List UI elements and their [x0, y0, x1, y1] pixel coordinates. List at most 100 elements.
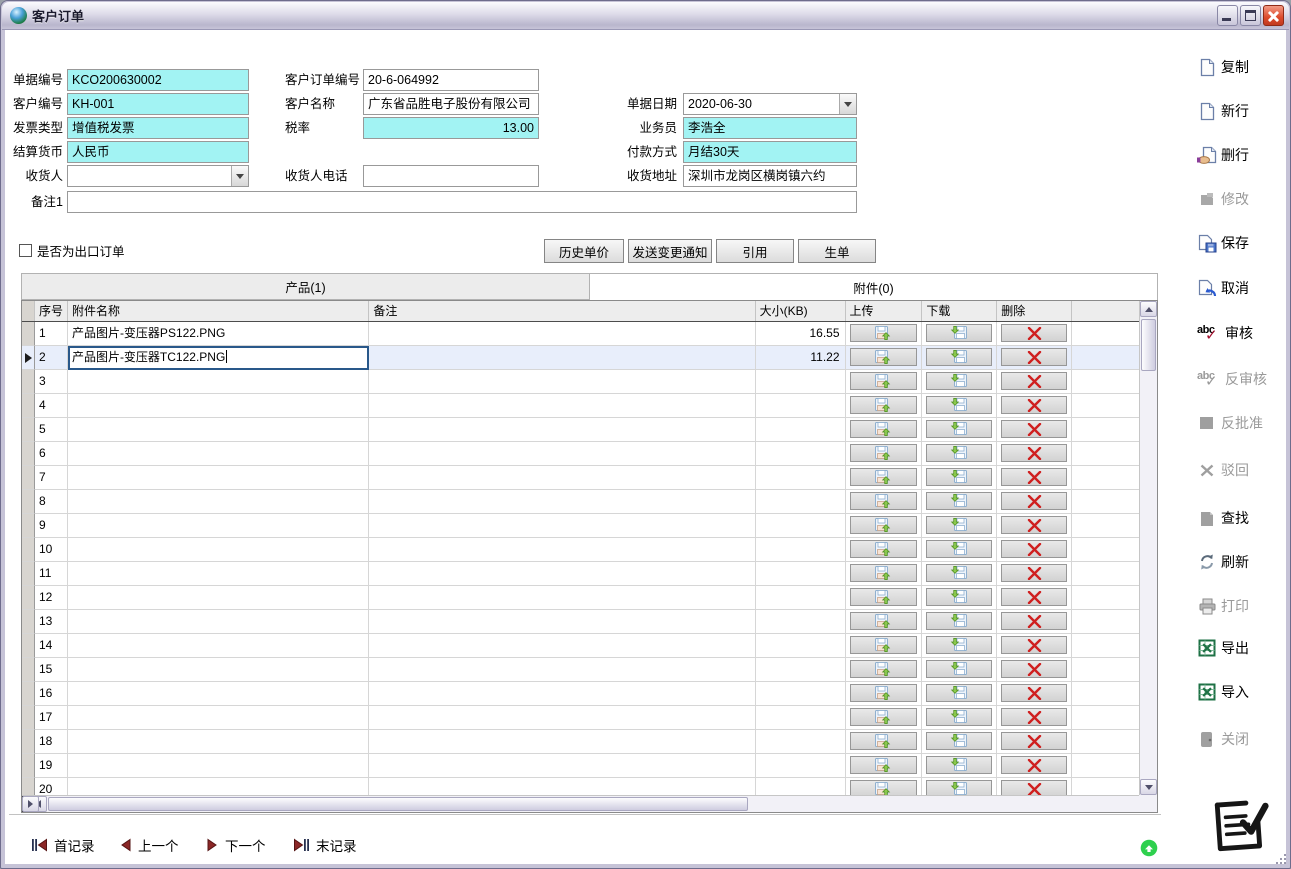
delete-button[interactable] — [1001, 324, 1067, 342]
delete-button[interactable] — [1001, 540, 1067, 558]
table-row[interactable]: 6 — [22, 442, 1139, 466]
upload-button[interactable] — [850, 780, 918, 795]
table-row[interactable]: 19 — [22, 754, 1139, 778]
delete-button[interactable] — [1001, 492, 1067, 510]
consignee-combo[interactable] — [67, 165, 249, 187]
cell-note[interactable] — [369, 514, 755, 538]
download-button[interactable] — [926, 444, 992, 462]
cell-attachment-name[interactable] — [68, 514, 369, 538]
cell-attachment-name[interactable] — [68, 442, 369, 466]
close-button[interactable] — [1263, 5, 1284, 26]
maximize-button[interactable] — [1240, 5, 1261, 26]
sidebar-button-copy[interactable]: 复制 — [1197, 55, 1249, 79]
remark1-field[interactable] — [67, 191, 857, 213]
sidebar-button-close-form[interactable]: 关闭 — [1197, 727, 1249, 751]
cell-attachment-name[interactable]: 产品图片-变压器PS122.PNG — [68, 322, 369, 346]
table-row[interactable]: 8 — [22, 490, 1139, 514]
table-row[interactable]: 16 — [22, 682, 1139, 706]
cell-attachment-name[interactable] — [68, 490, 369, 514]
delete-button[interactable] — [1001, 516, 1067, 534]
delete-button[interactable] — [1001, 420, 1067, 438]
cell-note[interactable] — [369, 394, 755, 418]
download-button[interactable] — [926, 348, 992, 366]
table-row[interactable]: 1 产品图片-变压器PS122.PNG 16.55 — [22, 322, 1139, 346]
delete-button[interactable] — [1001, 636, 1067, 654]
delete-button[interactable] — [1001, 444, 1067, 462]
sidebar-button-reject[interactable]: 驳回 — [1197, 458, 1249, 482]
cell-attachment-name[interactable] — [68, 370, 369, 394]
sidebar-button-export[interactable]: 导出 — [1197, 636, 1249, 660]
table-row[interactable]: 14 — [22, 634, 1139, 658]
cell-attachment-name[interactable] — [68, 418, 369, 442]
cell-note[interactable] — [369, 322, 755, 346]
download-button[interactable] — [926, 660, 992, 678]
upload-button[interactable] — [850, 684, 918, 702]
sidebar-button-delete-row[interactable]: 删行 — [1197, 143, 1249, 167]
cell-note[interactable] — [369, 490, 755, 514]
tax-rate-field[interactable]: 13.00 — [363, 117, 539, 139]
upload-button[interactable] — [850, 564, 918, 582]
resize-grip[interactable] — [1273, 851, 1286, 864]
create-order-button[interactable]: 生单 — [798, 239, 876, 263]
download-button[interactable] — [926, 588, 992, 606]
table-row[interactable]: 2 产品图片-变压器TC122.PNG 11.22 — [22, 346, 1139, 370]
cell-attachment-name[interactable] — [68, 394, 369, 418]
vertical-scrollbar[interactable] — [1139, 301, 1157, 795]
download-button[interactable] — [926, 324, 992, 342]
upload-button[interactable] — [850, 372, 918, 390]
download-button[interactable] — [926, 732, 992, 750]
download-button[interactable] — [926, 516, 992, 534]
delete-button[interactable] — [1001, 780, 1067, 795]
table-row[interactable]: 3 — [22, 370, 1139, 394]
consignee-tel-field[interactable] — [363, 165, 539, 187]
cell-attachment-name[interactable]: 产品图片-变压器TC122.PNG — [68, 346, 369, 370]
sidebar-button-modify[interactable]: 修改 — [1197, 187, 1249, 211]
horizontal-scroll-thumb[interactable] — [48, 797, 748, 811]
payment-field[interactable]: 月结30天 — [683, 141, 857, 163]
upload-button[interactable] — [850, 444, 918, 462]
upload-button[interactable] — [850, 708, 918, 726]
cell-attachment-name[interactable] — [68, 466, 369, 490]
cell-attachment-name[interactable] — [68, 754, 369, 778]
download-button[interactable] — [926, 540, 992, 558]
sidebar-button-new-row[interactable]: 新行 — [1197, 99, 1249, 123]
cell-note[interactable] — [369, 706, 755, 730]
cell-note[interactable] — [369, 658, 755, 682]
sidebar-button-reverse-approve[interactable]: 反批准 — [1197, 411, 1263, 435]
sidebar-button-reverse-audit[interactable]: abc✓ 反审核 — [1197, 367, 1267, 391]
delete-button[interactable] — [1001, 372, 1067, 390]
download-button[interactable] — [926, 684, 992, 702]
sidebar-button-print[interactable]: 打印 — [1197, 594, 1249, 618]
cell-attachment-name[interactable] — [68, 706, 369, 730]
upload-button[interactable] — [850, 660, 918, 678]
download-button[interactable] — [926, 708, 992, 726]
cell-note[interactable] — [369, 586, 755, 610]
scroll-up-icon[interactable] — [1140, 301, 1157, 317]
tab-products[interactable]: 产品(1) — [21, 273, 590, 300]
chevron-down-icon[interactable] — [231, 166, 248, 186]
horizontal-scrollbar[interactable] — [22, 795, 1139, 812]
delete-button[interactable] — [1001, 468, 1067, 486]
download-button[interactable] — [926, 468, 992, 486]
cell-note[interactable] — [369, 442, 755, 466]
delete-button[interactable] — [1001, 756, 1067, 774]
cust-name-field[interactable]: 广东省品胜电子股份有限公司 — [363, 93, 539, 115]
upload-button[interactable] — [850, 732, 918, 750]
cust-no-field[interactable]: KH-001 — [67, 93, 249, 115]
upload-button[interactable] — [850, 636, 918, 654]
scroll-down-icon[interactable] — [1140, 779, 1157, 795]
sidebar-button-refresh[interactable]: 刷新 — [1197, 550, 1249, 574]
salesman-field[interactable]: 李浩全 — [683, 117, 857, 139]
upload-button[interactable] — [850, 540, 918, 558]
cell-note[interactable] — [369, 418, 755, 442]
upload-button[interactable] — [850, 492, 918, 510]
delete-button[interactable] — [1001, 348, 1067, 366]
doc-no-field[interactable]: KCO200630002 — [67, 69, 249, 91]
table-row[interactable]: 11 — [22, 562, 1139, 586]
sidebar-button-save[interactable]: 保存 — [1197, 231, 1249, 255]
download-button[interactable] — [926, 420, 992, 438]
nav-last-record[interactable]: 末记录 — [293, 835, 357, 855]
upload-button[interactable] — [850, 756, 918, 774]
cell-note[interactable] — [369, 538, 755, 562]
export-order-checkbox[interactable]: 是否为出口订单 — [19, 241, 125, 260]
